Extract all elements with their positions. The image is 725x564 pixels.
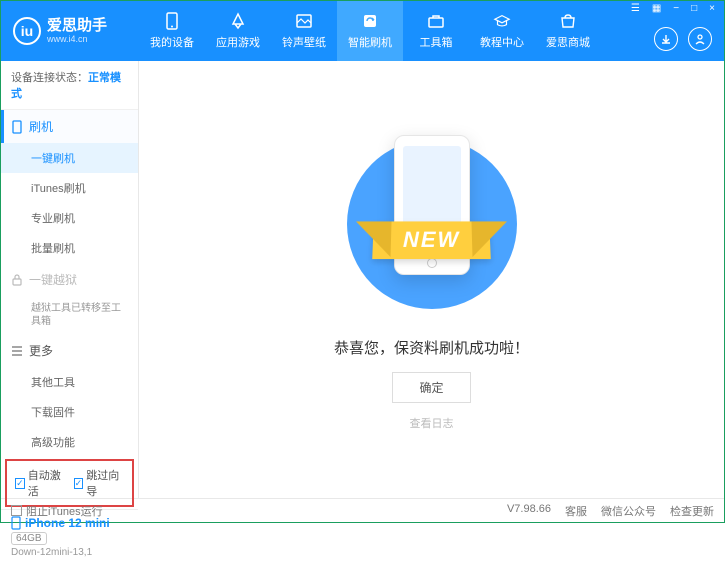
sidebar-section-more[interactable]: 更多: [1, 334, 138, 367]
sidebar-section-flash[interactable]: 刷机: [1, 110, 138, 143]
checkbox-row: ✓ 自动激活 ✓ 跳过向导: [5, 459, 134, 507]
sidebar-section-jailbreak[interactable]: 一键越狱: [1, 263, 138, 296]
checkbox-label: 自动激活: [28, 467, 66, 499]
download-button[interactable]: [654, 27, 678, 51]
list-icon: [11, 346, 23, 356]
phone-icon: [11, 120, 23, 134]
nav-store[interactable]: 爱思商城: [535, 1, 601, 61]
sidebar-item-advanced[interactable]: 高级功能: [1, 427, 138, 457]
wallpaper-icon: [295, 12, 313, 30]
sidebar: 设备连接状态：正常模式 刷机 一键刷机 iTunes刷机 专业刷机 批量刷机 一…: [1, 61, 139, 498]
logo-area: iu 爱思助手 www.i4.cn: [1, 17, 139, 45]
nav-ringtone[interactable]: 铃声壁纸: [271, 1, 337, 61]
phone-icon: [163, 12, 181, 30]
nav-flash[interactable]: 智能刷机: [337, 1, 403, 61]
app-url: www.i4.cn: [47, 34, 107, 44]
nav-label: 我的设备: [150, 34, 194, 50]
confirm-button[interactable]: 确定: [392, 372, 470, 403]
storage-badge: 64GB: [11, 532, 47, 545]
section-title: 一键越狱: [29, 271, 77, 288]
sidebar-item-oneclick[interactable]: 一键刷机: [1, 143, 138, 173]
checkbox-block-itunes[interactable]: 阻止iTunes运行: [11, 503, 103, 519]
minimize-button[interactable]: −: [670, 3, 682, 14]
nav-label: 教程中心: [480, 34, 524, 50]
header-right: [654, 27, 712, 51]
main-panel: NEW 恭喜您，保资料刷机成功啦！ 确定 查看日志: [139, 61, 724, 498]
success-illustration: NEW: [332, 129, 532, 319]
checkbox-auto-activate[interactable]: ✓ 自动激活: [15, 467, 66, 499]
nav-tutorial[interactable]: 教程中心: [469, 1, 535, 61]
support-link[interactable]: 客服: [565, 503, 587, 519]
app-name: 爱思助手: [47, 18, 107, 35]
menu-icon[interactable]: ☰: [628, 3, 643, 14]
app-header: iu 爱思助手 www.i4.cn 我的设备 应用游戏 铃声壁纸 智能刷机 工具…: [1, 1, 724, 61]
apps-icon: [229, 12, 247, 30]
checkbox-icon: [11, 505, 22, 516]
wechat-link[interactable]: 微信公众号: [601, 503, 656, 519]
nav-label: 爱思商城: [546, 34, 590, 50]
main-nav: 我的设备 应用游戏 铃声壁纸 智能刷机 工具箱 教程中心 爱思商城: [139, 1, 601, 61]
maximize-button[interactable]: □: [688, 3, 700, 14]
logo-icon: iu: [13, 17, 41, 45]
version-label: V7.98.66: [507, 503, 551, 519]
sidebar-item-itunes[interactable]: iTunes刷机: [1, 173, 138, 203]
jailbreak-note: 越狱工具已转移至工具箱: [1, 296, 138, 334]
sidebar-item-pro[interactable]: 专业刷机: [1, 203, 138, 233]
nav-label: 工具箱: [420, 34, 453, 50]
sidebar-item-othertools[interactable]: 其他工具: [1, 367, 138, 397]
graduation-icon: [493, 12, 511, 30]
nav-tools[interactable]: 工具箱: [403, 1, 469, 61]
connection-status: 设备连接状态：正常模式: [1, 61, 138, 110]
check-update-link[interactable]: 检查更新: [670, 503, 714, 519]
store-icon: [559, 12, 577, 30]
nav-apps[interactable]: 应用游戏: [205, 1, 271, 61]
user-button[interactable]: [688, 27, 712, 51]
checkbox-skip-guide[interactable]: ✓ 跳过向导: [74, 467, 125, 499]
titlebar-controls: ☰ ▦ − □ ×: [628, 3, 718, 14]
checkbox-label: 跳过向导: [86, 467, 124, 499]
toolbox-icon: [427, 12, 445, 30]
section-title: 更多: [29, 342, 53, 359]
section-title: 刷机: [29, 118, 53, 135]
nav-label: 应用游戏: [216, 34, 260, 50]
nav-label: 智能刷机: [348, 34, 392, 50]
device-model: Down-12mini-13,1: [11, 547, 128, 558]
view-log-link[interactable]: 查看日志: [410, 415, 454, 431]
nav-label: 铃声壁纸: [282, 34, 326, 50]
close-button[interactable]: ×: [706, 3, 718, 14]
new-ribbon: NEW: [372, 221, 491, 259]
check-icon: ✓: [15, 478, 25, 489]
skin-icon[interactable]: ▦: [649, 3, 664, 14]
check-icon: ✓: [74, 478, 84, 489]
checkbox-label: 阻止iTunes运行: [26, 503, 103, 519]
success-message: 恭喜您，保资料刷机成功啦！: [334, 337, 529, 358]
nav-my-device[interactable]: 我的设备: [139, 1, 205, 61]
sidebar-item-batch[interactable]: 批量刷机: [1, 233, 138, 263]
flash-icon: [361, 12, 379, 30]
lock-icon: [11, 274, 23, 286]
sidebar-item-firmware[interactable]: 下载固件: [1, 397, 138, 427]
